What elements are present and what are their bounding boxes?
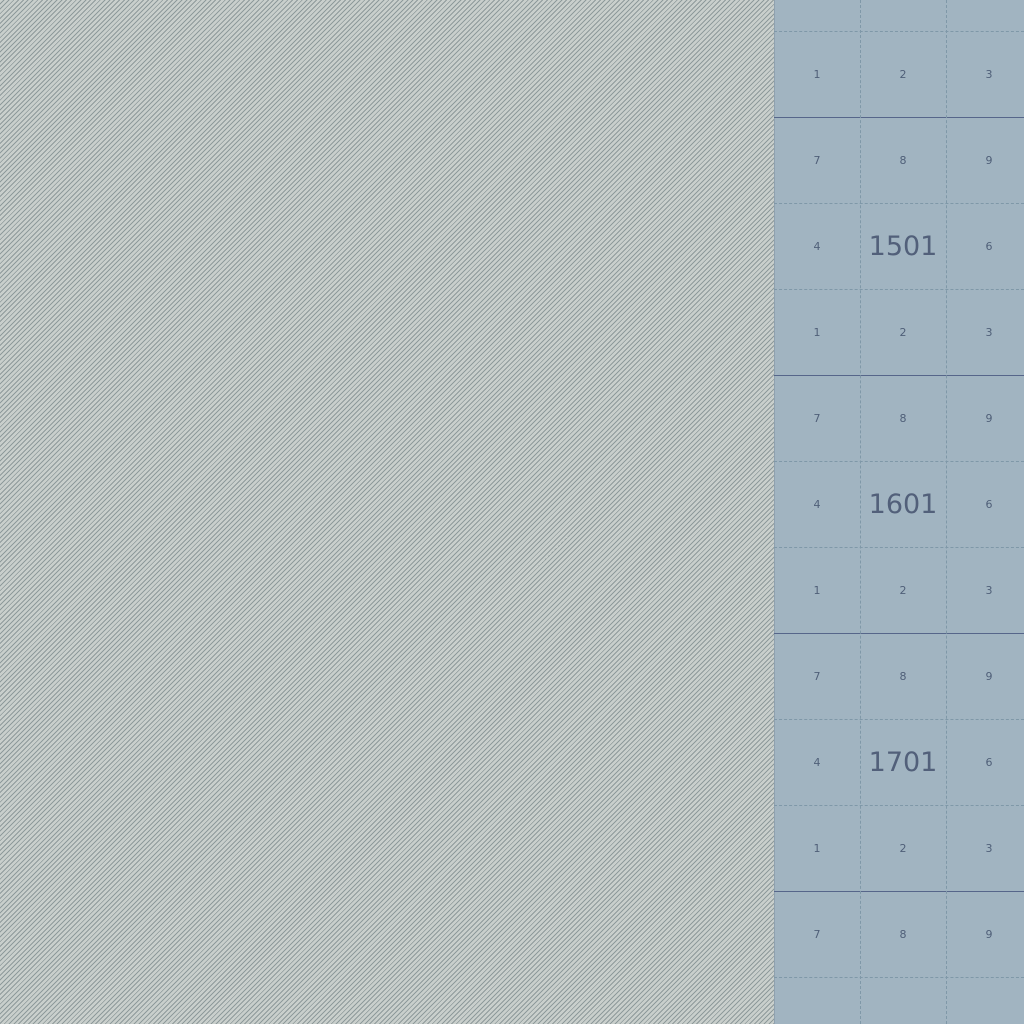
block-id-label[interactable]: 1701 [860, 719, 946, 805]
grid-cell[interactable]: 7 [774, 891, 860, 977]
grid-cell[interactable]: 9 [946, 891, 1024, 977]
grid-cell[interactable]: 6 [946, 203, 1024, 289]
grid-cell[interactable]: 6 [946, 719, 1024, 805]
column-divider-line [946, 0, 947, 1024]
grid-cell[interactable]: 3 [946, 805, 1024, 891]
grid-cell[interactable]: 7 [774, 375, 860, 461]
block-id-label[interactable]: 1601 [860, 461, 946, 547]
column-divider-line [860, 0, 861, 1024]
grid-cell[interactable]: 8 [860, 633, 946, 719]
grid-cell[interactable]: 7 [774, 633, 860, 719]
block-id-label[interactable]: 1501 [860, 203, 946, 289]
grid-cell[interactable]: 3 [946, 31, 1024, 117]
block-id-label[interactable]: 1401 [860, 0, 946, 31]
row-divider-line [774, 977, 1024, 978]
grid-cell[interactable]: 4 [774, 719, 860, 805]
grid-cell[interactable]: 4 [774, 203, 860, 289]
grid-cell[interactable]: 1 [774, 805, 860, 891]
grid-cell[interactable]: 2 [860, 805, 946, 891]
grid-cell[interactable]: 9 [946, 633, 1024, 719]
grid-cell[interactable]: 8 [860, 117, 946, 203]
grid-cell[interactable]: 3 [946, 547, 1024, 633]
grid-cell[interactable]: 2 [860, 31, 946, 117]
grid-cell[interactable]: 6 [946, 0, 1024, 31]
grid-panel[interactable]: 4140161237894150161237894160161237894170… [774, 0, 1024, 1024]
grid-cell[interactable]: 7 [774, 117, 860, 203]
grid-cell[interactable]: 9 [946, 117, 1024, 203]
grid-cell[interactable]: 3 [946, 289, 1024, 375]
hatched-background-area [0, 0, 774, 1024]
grid-cell[interactable]: 2 [860, 547, 946, 633]
grid-cell[interactable]: 8 [860, 891, 946, 977]
grid-cell[interactable]: 6 [946, 461, 1024, 547]
grid-cell[interactable]: 1 [774, 31, 860, 117]
grid-cell[interactable]: 4 [774, 0, 860, 31]
grid-cell[interactable]: 8 [860, 375, 946, 461]
grid-cell[interactable]: 1 [774, 289, 860, 375]
grid-cell[interactable]: 9 [946, 375, 1024, 461]
grid-cell[interactable]: 2 [860, 289, 946, 375]
grid-cell[interactable]: 4 [774, 461, 860, 547]
grid-cell[interactable]: 1 [774, 547, 860, 633]
